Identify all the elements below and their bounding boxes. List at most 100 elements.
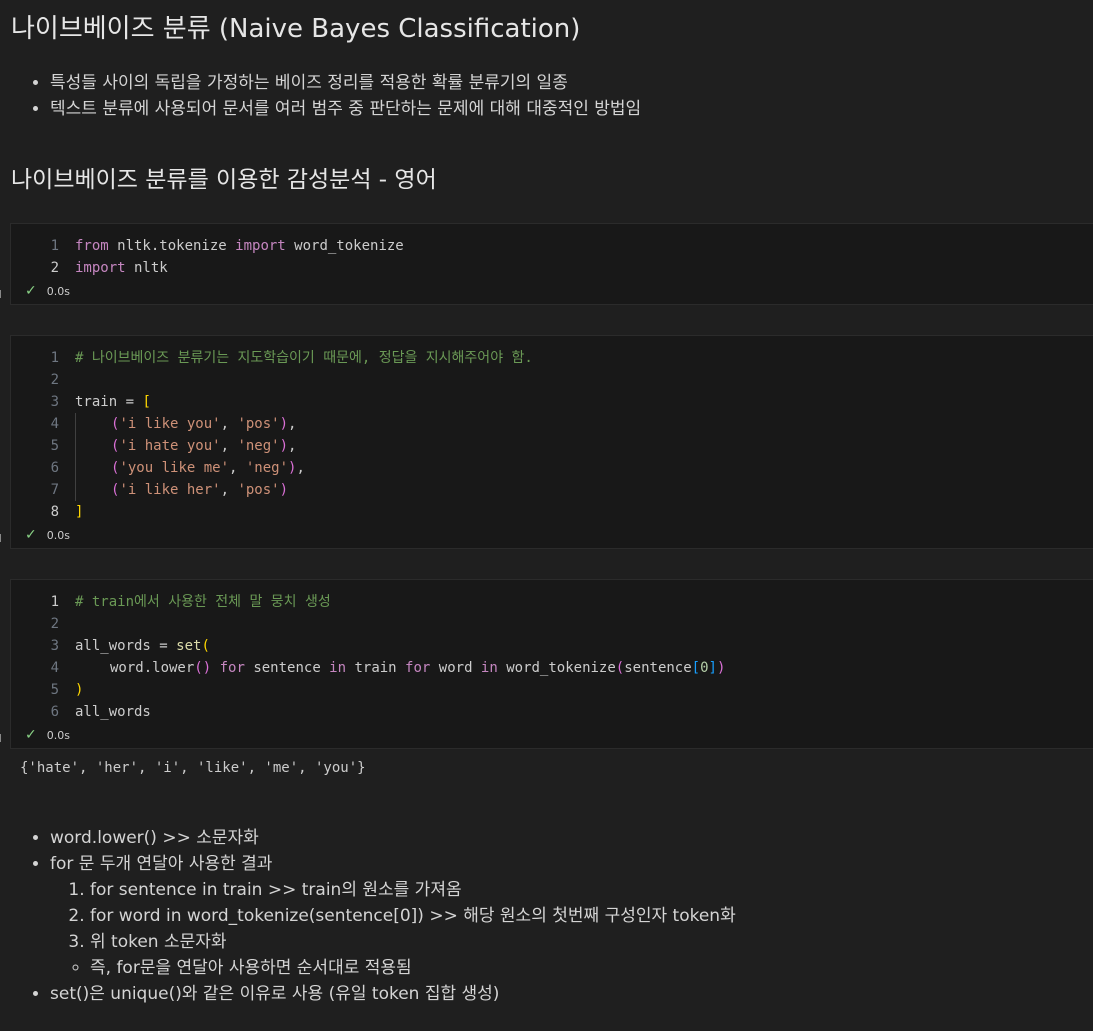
cell-status: ✓ 0.0s	[25, 725, 70, 745]
bracket: )	[716, 660, 726, 676]
line-number: 8	[50, 504, 59, 520]
check-icon: ✓	[25, 283, 37, 299]
list-item: for sentence in train >> train의 원소를 가져옴	[90, 877, 1093, 903]
code-line: 3 all_words = set(	[11, 635, 1093, 657]
string-literal: 'neg'	[245, 460, 289, 476]
line-number: 7	[50, 482, 59, 498]
code-cell-1[interactable]: 1 from nltk.tokenize import word_tokeniz…	[10, 223, 1093, 305]
code-cell-2[interactable]: 1 # 나이브베이즈 분류기는 지도학습이기 때문에, 정답을 지시해주어야 함…	[10, 335, 1093, 549]
string-literal: 'pos'	[237, 482, 280, 498]
identifier: train	[354, 660, 397, 676]
string-literal: 'you like me'	[119, 460, 230, 476]
bracket: [	[691, 660, 701, 676]
code-editor[interactable]: 1 # 나이브베이즈 분류기는 지도학습이기 때문에, 정답을 지시해주어야 함…	[11, 336, 1093, 523]
code-line: 2	[11, 613, 1093, 635]
list-item: for word in word_tokenize(sentence[0]) >…	[90, 903, 1093, 929]
line-number: 6	[50, 704, 59, 720]
code-line: 3 train = [	[11, 391, 1093, 413]
identifier: word_tokenize	[506, 660, 616, 676]
line-number: 1	[50, 350, 59, 366]
cell-gutter-marker[interactable]	[0, 290, 4, 298]
string-literal: 'i like her'	[119, 482, 221, 498]
bracket: ()	[194, 660, 212, 676]
code-line: 5 )	[11, 679, 1093, 701]
check-icon: ✓	[25, 527, 37, 543]
numbered-list: for sentence in train >> train의 원소를 가져옴 …	[50, 877, 1093, 955]
cell-output[interactable]: {'hate', 'her', 'i', 'like', 'me', 'you'…	[20, 760, 366, 776]
code-line: 2	[11, 369, 1093, 391]
cell-gutter-marker[interactable]	[0, 734, 4, 742]
line-number: 1	[50, 238, 59, 254]
line-number: 5	[50, 682, 59, 698]
bracket: (	[615, 660, 625, 676]
code-line: 6 ('you like me', 'neg'),	[11, 457, 1093, 479]
cell-status: ✓ 0.0s	[25, 525, 70, 545]
code-editor[interactable]: 1 # train에서 사용한 전체 말 뭉치 생성 2 3 all_words…	[11, 580, 1093, 723]
line-number: 2	[50, 260, 59, 276]
cell-status: ✓ 0.0s	[25, 281, 70, 301]
code-editor[interactable]: 1 from nltk.tokenize import word_tokeniz…	[11, 224, 1093, 279]
bracket: )	[75, 682, 84, 698]
bracket: (	[201, 638, 210, 654]
list-item: for 문 두개 연달아 사용한 결과 for sentence in trai…	[50, 851, 1093, 981]
identifier: train =	[75, 394, 143, 410]
line-number: 2	[50, 372, 59, 388]
identifier: all_words =	[75, 638, 177, 654]
string-literal: 'i like you'	[119, 416, 221, 432]
line-number: 4	[50, 416, 59, 432]
check-icon: ✓	[25, 727, 37, 743]
identifier: all_words	[75, 704, 151, 720]
line-number: 3	[50, 638, 59, 654]
list-item: 즉, for문을 연달아 사용하면 순서대로 적용됨	[90, 955, 1093, 981]
cell-gutter-marker[interactable]	[0, 534, 4, 542]
line-number: 1	[50, 594, 59, 610]
execution-time: 0.0s	[46, 728, 70, 742]
markdown-cell-intro: 나이브베이즈 분류 (Naive Bayes Classification)	[0, 8, 1093, 45]
code-line: 4 word.lower() for sentence in train for…	[11, 657, 1093, 679]
line-number: 6	[50, 460, 59, 476]
section-title: 나이브베이즈 분류를 이용한 감성분석 - 영어	[11, 167, 437, 193]
keyword: in	[320, 660, 355, 676]
execution-time: 0.0s	[46, 528, 70, 542]
line-number: 3	[50, 394, 59, 410]
code-line: 1 # train에서 사용한 전체 말 뭉치 생성	[11, 591, 1093, 613]
intro-bullets: 특성들 사이의 독립을 가정하는 베이즈 정리를 적용한 확률 분류기의 일종 …	[0, 70, 1093, 122]
keyword: import	[235, 238, 286, 254]
bracket: [	[142, 394, 151, 410]
code-line: 5 ('i hate you', 'neg'),	[11, 435, 1093, 457]
bracket: ]	[75, 504, 84, 520]
code-line: 4 ('i like you', 'pos'),	[11, 413, 1093, 435]
number-literal: 0	[700, 660, 709, 676]
identifier: word.lower	[110, 660, 195, 676]
comment: # train에서 사용한 전체 말 뭉치 생성	[75, 594, 331, 610]
keyword: from	[75, 238, 109, 254]
keyword: for	[396, 660, 439, 676]
list-item-text: for 문 두개 연달아 사용한 결과	[50, 854, 273, 874]
identifier: word_tokenize	[285, 238, 404, 254]
code-line: 8 ]	[11, 501, 1093, 523]
sub-list: 즉, for문을 연달아 사용하면 순서대로 적용됨	[50, 955, 1093, 981]
string-literal: 'pos'	[237, 416, 280, 432]
line-number: 5	[50, 438, 59, 454]
code-cell-3[interactable]: 1 # train에서 사용한 전체 말 뭉치 생성 2 3 all_words…	[10, 579, 1093, 749]
list-item: 위 token 소문자화	[90, 929, 1093, 955]
list-item: 텍스트 분류에 사용되어 문서를 여러 범주 중 판단하는 문제에 대해 대중적…	[50, 96, 1093, 122]
function-name: set	[176, 638, 202, 654]
keyword: import	[75, 260, 126, 276]
code-line: 1 from nltk.tokenize import word_tokeniz…	[11, 235, 1093, 257]
module-name: nltk.tokenize	[108, 238, 236, 254]
identifier: word	[438, 660, 473, 676]
execution-time: 0.0s	[46, 284, 70, 298]
string-literal: 'neg'	[237, 438, 280, 454]
page-title: 나이브베이즈 분류 (Naive Bayes Classification)	[11, 14, 581, 44]
identifier: sentence	[253, 660, 321, 676]
code-line: 2 import nltk	[11, 257, 1093, 279]
list-item: word.lower() >> 소문자화	[50, 825, 1093, 851]
code-line: 7 ('i like her', 'pos')	[11, 479, 1093, 501]
code-line: 6 all_words	[11, 701, 1093, 723]
comment: # 나이브베이즈 분류기는 지도학습이기 때문에, 정답을 지시해주어야 함.	[75, 350, 533, 366]
list-item: 특성들 사이의 독립을 가정하는 베이즈 정리를 적용한 확률 분류기의 일종	[50, 70, 1093, 96]
list-item: set()은 unique()와 같은 이유로 사용 (유일 token 집합 …	[50, 981, 1093, 1007]
line-number: 4	[50, 660, 59, 676]
code-line: 1 # 나이브베이즈 분류기는 지도학습이기 때문에, 정답을 지시해주어야 함…	[11, 347, 1093, 369]
